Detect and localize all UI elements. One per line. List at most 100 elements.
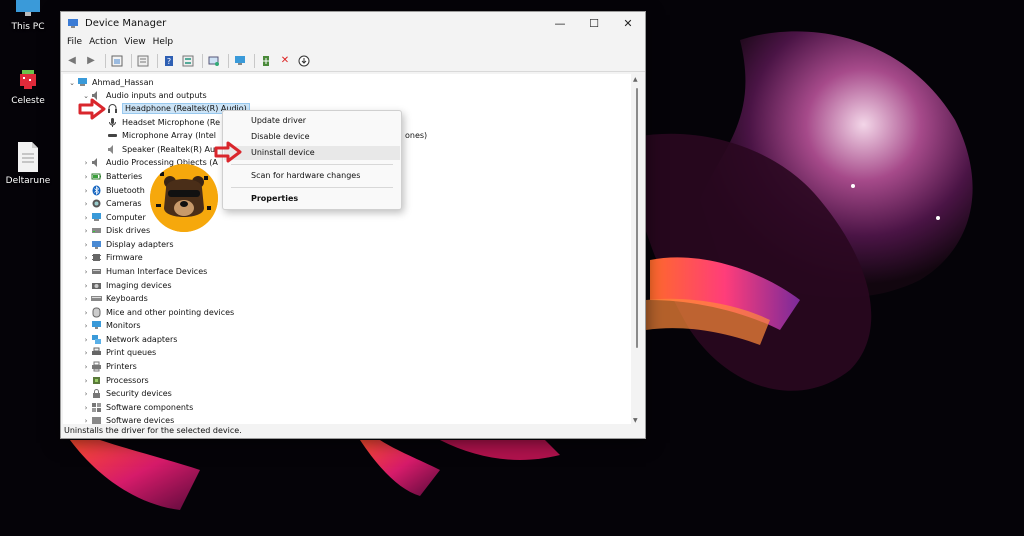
desktop-icon-this-pc[interactable]: This PC — [0, 0, 56, 32]
tree-root-label: Ahmad_Hassan — [92, 78, 154, 87]
maximize-button[interactable]: ☐ — [577, 12, 611, 34]
minimize-button[interactable]: — — [543, 12, 577, 34]
tree-category[interactable]: › Imaging devices — [81, 279, 172, 292]
tree-device-mic-array[interactable]: Microphone Array (Intel — [107, 129, 216, 142]
tree-device-speaker[interactable]: Speaker (Realtek(R) Au — [107, 143, 215, 156]
tree-category[interactable]: › Disk drives — [81, 224, 151, 237]
tree-category[interactable]: › Firmware — [81, 251, 143, 264]
tree-category[interactable]: › Display adapters — [81, 238, 174, 251]
properties-icon[interactable] — [109, 53, 125, 69]
chevron-right-icon[interactable]: › — [81, 159, 91, 167]
chevron-right-icon[interactable]: › — [81, 227, 91, 235]
tree-category[interactable]: › Network adapters — [81, 333, 177, 346]
desktop-icon-celeste[interactable]: Celeste — [0, 66, 56, 106]
camera-icon — [92, 199, 101, 208]
category-label: Print queues — [106, 348, 157, 357]
category-label: Cameras — [106, 199, 142, 208]
tree-device-mic-array-tail: ones) — [405, 129, 427, 142]
menu-separator — [231, 187, 393, 188]
category-label: Software components — [106, 403, 194, 412]
chevron-right-icon[interactable]: › — [81, 404, 91, 412]
toolbar-separator — [157, 53, 158, 68]
bear-face-icon — [150, 164, 218, 232]
chevron-right-icon[interactable]: › — [81, 173, 91, 181]
category-label: Audio inputs and outputs — [106, 91, 207, 100]
tree-category[interactable]: › Mice and other pointing devices — [81, 306, 234, 319]
chevron-right-icon[interactable]: › — [81, 390, 91, 398]
tree-category[interactable]: › Printers — [81, 360, 137, 373]
software-component-icon — [92, 403, 101, 412]
chevron-right-icon[interactable]: › — [81, 295, 91, 303]
tree-category[interactable]: › Print queues — [81, 346, 156, 359]
back-icon[interactable]: ◀ — [64, 53, 80, 69]
menu-item-update-driver[interactable]: Update driver — [224, 114, 400, 128]
tree-device-headset-mic[interactable]: Headset Microphone (Re — [107, 116, 220, 129]
tree-category[interactable]: › Bluetooth — [81, 184, 145, 197]
disable-device-icon[interactable] — [296, 53, 312, 69]
chevron-right-icon[interactable]: › — [81, 349, 91, 357]
chevron-right-icon[interactable]: › — [81, 268, 91, 276]
chevron-right-icon[interactable]: › — [81, 336, 91, 344]
desktop-icon-label: Deltarune — [5, 176, 51, 186]
tree-category[interactable]: › Processors — [81, 374, 149, 387]
scan-hardware-icon[interactable] — [206, 53, 222, 69]
monitor-icon — [92, 321, 101, 329]
menu-item-properties[interactable]: Properties — [224, 192, 400, 206]
close-button[interactable]: ✕ — [611, 12, 645, 34]
title-bar[interactable]: Device Manager — ☐ ✕ — [61, 12, 645, 34]
processor-icon — [93, 377, 100, 384]
device-manager-window[interactable]: Device Manager — ☐ ✕ File Action View He… — [60, 11, 646, 439]
menu-help[interactable]: Help — [153, 37, 174, 47]
tree-root[interactable]: ⌄ Ahmad_Hassan — [67, 76, 154, 89]
tree-category[interactable]: › Cameras — [81, 197, 142, 210]
tree-category[interactable]: › Software components — [81, 401, 193, 414]
microphone-icon — [109, 118, 116, 127]
category-label: Keyboards — [106, 294, 148, 303]
menu-item-scan-hardware[interactable]: Scan for hardware changes — [224, 169, 400, 183]
tree-category[interactable]: › Security devices — [81, 387, 172, 400]
chevron-down-icon[interactable]: ⌄ — [67, 79, 77, 87]
menu-view[interactable]: View — [124, 37, 145, 47]
category-label: Mice and other pointing devices — [106, 308, 235, 317]
desktop-icon-deltarune[interactable]: Deltarune — [0, 142, 56, 186]
computer-icon[interactable] — [232, 53, 248, 69]
scroll-down-icon[interactable]: ▼ — [633, 417, 638, 424]
chevron-right-icon[interactable]: › — [81, 363, 91, 371]
menu-item-uninstall-device[interactable]: Uninstall device — [224, 146, 400, 160]
add-driver-icon[interactable] — [258, 53, 274, 69]
tree-category[interactable]: › Keyboards — [81, 292, 148, 305]
category-label: Imaging devices — [106, 281, 172, 290]
tree-category[interactable]: › Human Interface Devices — [81, 265, 208, 278]
forward-icon[interactable]: ▶ — [83, 53, 99, 69]
resources-icon[interactable] — [180, 53, 196, 69]
help-icon[interactable]: ? — [161, 53, 177, 69]
uninstall-icon[interactable]: ✕ — [277, 53, 293, 69]
chevron-right-icon[interactable]: › — [81, 200, 91, 208]
window-title: Device Manager — [85, 17, 167, 29]
menu-action[interactable]: Action — [89, 37, 117, 47]
toolbar-separator — [228, 53, 229, 68]
chevron-right-icon[interactable]: › — [81, 241, 91, 249]
mouse-icon — [92, 307, 101, 318]
chevron-right-icon[interactable]: › — [81, 377, 91, 385]
update-list-icon[interactable] — [135, 53, 151, 69]
category-label: Audio Processing Objects (A — [106, 158, 218, 167]
scroll-thumb[interactable] — [636, 88, 638, 348]
chevron-right-icon[interactable]: › — [81, 282, 91, 290]
tree-category[interactable]: › Batteries — [81, 170, 143, 183]
chevron-right-icon[interactable]: › — [81, 254, 91, 262]
chevron-right-icon[interactable]: › — [81, 187, 91, 195]
chevron-right-icon[interactable]: › — [81, 309, 91, 317]
chevron-right-icon[interactable]: › — [81, 214, 91, 222]
menu-file[interactable]: File — [67, 37, 82, 47]
disk-drive-icon — [92, 228, 101, 233]
imaging-device-icon — [92, 283, 101, 289]
menu-item-disable-device[interactable]: Disable device — [224, 130, 400, 144]
tree-category[interactable]: › Monitors — [81, 319, 141, 332]
tree-category[interactable]: › Computer — [81, 211, 146, 224]
vertical-scrollbar[interactable]: ▲ ▼ — [631, 74, 643, 426]
annotation-arrow-icon — [214, 141, 242, 163]
scroll-up-icon[interactable]: ▲ — [633, 76, 638, 83]
chevron-right-icon[interactable]: › — [81, 322, 91, 330]
computer-icon — [78, 78, 87, 86]
